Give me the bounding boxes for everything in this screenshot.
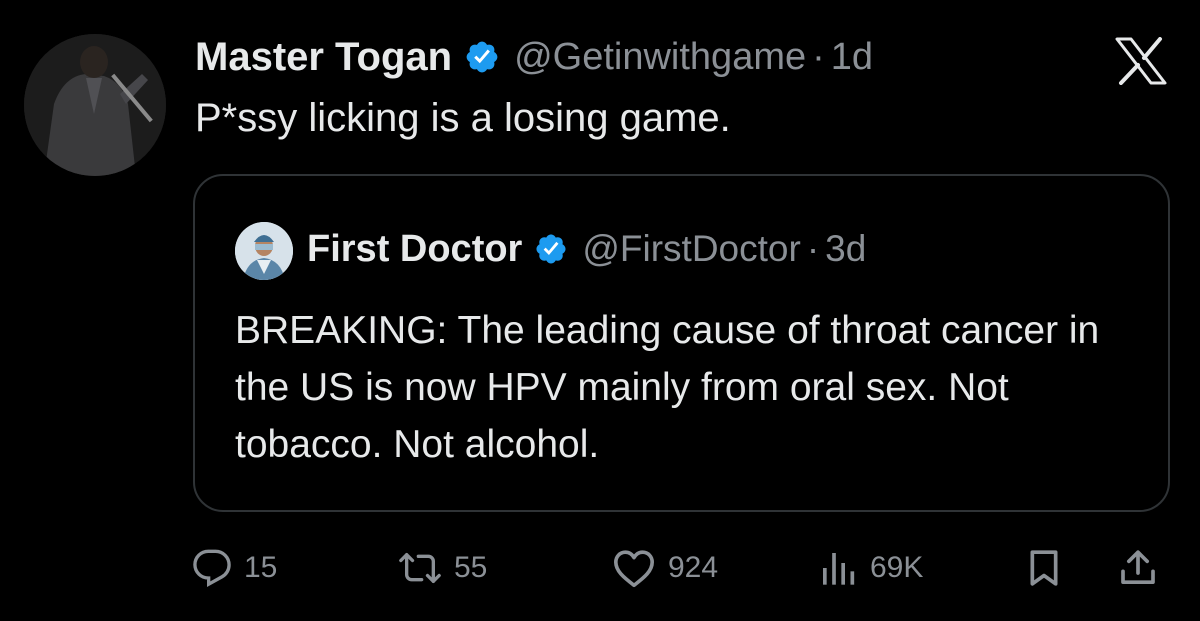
quoted-tweet-card[interactable]: First Doctor @FirstDoctor · 3d BREAKING:… (193, 174, 1170, 512)
author-avatar[interactable] (24, 34, 166, 176)
views-button[interactable]: 69K (818, 540, 923, 596)
x-logo-icon (1113, 37, 1169, 85)
bookmark-icon (1026, 548, 1062, 588)
share-button[interactable] (1118, 540, 1158, 596)
quoted-author-display-name[interactable]: First Doctor (307, 228, 522, 271)
heart-icon (612, 548, 656, 588)
views-icon (818, 548, 858, 588)
quoted-author-avatar[interactable] (235, 222, 293, 280)
separator-dot: · (812, 35, 825, 78)
like-count: 924 (668, 551, 719, 584)
verified-badge-icon[interactable] (534, 232, 568, 266)
tweet-text: P*ssy licking is a losing game. (195, 96, 731, 140)
quoted-tweet-timestamp[interactable]: 3d (825, 228, 866, 270)
tweet-action-bar: 15 55 924 69K (0, 540, 1200, 596)
author-display-name[interactable]: Master Togan (195, 35, 452, 80)
retweet-button[interactable]: 55 (398, 540, 487, 596)
quoted-author-handle[interactable]: @FirstDoctor (582, 228, 800, 270)
retweet-icon (398, 548, 442, 588)
profile-photo-doctor-icon (235, 222, 293, 280)
profile-photo-icon (24, 34, 166, 176)
retweet-count: 55 (454, 551, 488, 584)
separator-dot: · (806, 228, 820, 269)
bookmark-button[interactable] (1026, 540, 1062, 596)
share-icon (1118, 548, 1158, 588)
verified-badge-icon[interactable] (464, 39, 500, 75)
reply-icon (192, 548, 232, 588)
tweet-timestamp[interactable]: 1d (831, 36, 873, 79)
quoted-tweet-text: BREAKING: The leading cause of throat ca… (235, 309, 1100, 466)
reply-button[interactable]: 15 (192, 540, 277, 596)
tweet-header: Master Togan @Getinwithgame · 1d (195, 32, 873, 82)
views-count: 69K (870, 551, 924, 584)
like-button[interactable]: 924 (612, 540, 718, 596)
author-handle[interactable]: @Getinwithgame (514, 36, 806, 79)
quoted-tweet-header: First Doctor @FirstDoctor · 3d (307, 224, 866, 274)
reply-count: 15 (244, 551, 278, 584)
